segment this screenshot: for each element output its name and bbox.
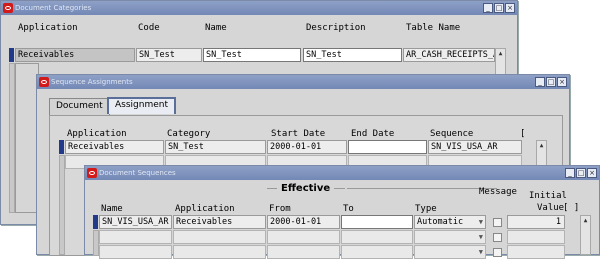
empty-row-cell[interactable] (341, 230, 413, 244)
message-checkbox[interactable] (493, 233, 502, 242)
close-button[interactable]: × (505, 3, 515, 13)
chevron-down-icon[interactable]: ▼ (479, 246, 483, 258)
description-field[interactable]: SN_Test (303, 48, 402, 62)
minimize-button[interactable]: _ (565, 168, 575, 178)
empty-row-cell[interactable] (173, 245, 266, 259)
col-header-code: Code (138, 23, 160, 33)
application-field[interactable]: Receivables (65, 140, 164, 154)
document-sequences-titlebar[interactable]: Document Sequences _ □ × (85, 166, 599, 180)
tab-document[interactable]: Document (49, 98, 110, 115)
col-header-sequence: Sequence (430, 129, 474, 139)
tab-assignment[interactable]: Assignment (107, 97, 176, 114)
document-sequences-window: Document Sequences _ □ × Effective Messa… (84, 165, 600, 259)
type-select[interactable]: Automatic ▼ (414, 215, 486, 229)
empty-row-cell[interactable] (99, 245, 172, 259)
category-field[interactable]: SN_Test (165, 140, 266, 154)
empty-row-cell[interactable] (341, 245, 413, 259)
maximize-button[interactable]: □ (576, 168, 586, 178)
col-header-name: Name (205, 23, 227, 33)
empty-type-select[interactable]: ▼ (414, 230, 486, 244)
col-header-category: Category (167, 129, 211, 139)
maximize-button[interactable]: □ (494, 3, 504, 13)
empty-row-cell[interactable] (267, 230, 340, 244)
window-title: Document Categories (15, 4, 92, 12)
empty-row-cell[interactable] (507, 230, 565, 244)
name-field[interactable]: SN_VIS_USA_AR (99, 215, 172, 229)
window-title: Document Sequences (99, 169, 176, 177)
col-header-description: Description (306, 23, 366, 33)
type-value: Automatic (417, 217, 464, 227)
empty-row-cell[interactable] (507, 245, 565, 259)
close-button[interactable]: × (557, 77, 567, 87)
document-categories-titlebar[interactable]: Document Categories _ □ × (1, 1, 517, 15)
effective-group-line-right (347, 188, 497, 189)
scroll-up-icon[interactable]: ▲ (496, 49, 505, 59)
vertical-scrollbar[interactable]: ▲ (580, 215, 591, 255)
empty-row-cell[interactable] (99, 230, 172, 244)
application-field[interactable]: Receivables (15, 48, 135, 62)
name-field[interactable]: SN_Test (203, 48, 301, 62)
row-gutter (59, 155, 65, 255)
scroll-up-icon[interactable]: ▲ (537, 141, 546, 151)
end-date-field[interactable] (348, 140, 427, 154)
chevron-down-icon[interactable]: ▼ (479, 216, 483, 228)
message-checkbox[interactable] (493, 248, 502, 257)
col-header-type: Type (415, 204, 437, 214)
current-row-indicator (9, 48, 14, 62)
empty-row-cell[interactable] (267, 245, 340, 259)
col-header-table-name: Table Name (406, 23, 461, 33)
table-name-field[interactable]: AR_CASH_RECEIPTS_AL (403, 48, 495, 62)
close-button[interactable]: × (587, 168, 597, 178)
col-header-from: From (269, 204, 291, 214)
col-header-application: Application (67, 129, 127, 139)
col-header-start-date: Start Date (271, 129, 326, 139)
oracle-icon (87, 168, 97, 178)
minimize-button[interactable]: _ (483, 3, 493, 13)
code-field[interactable]: SN_Test (136, 48, 202, 62)
initial-value-field[interactable]: 1 (507, 215, 565, 229)
col-header-application: Application (175, 204, 235, 214)
maximize-button[interactable]: □ (546, 77, 556, 87)
empty-type-select[interactable]: ▼ (414, 245, 486, 259)
chevron-down-icon[interactable]: ▼ (479, 231, 483, 243)
oracle-icon (39, 77, 49, 87)
oracle-icon (3, 3, 13, 13)
col-header-message: Message (479, 187, 517, 197)
col-header-initial: Initial (529, 191, 567, 201)
from-field[interactable]: 2000-01-01 (267, 215, 340, 229)
col-header-bracket: [ ] (563, 203, 580, 213)
message-checkbox[interactable] (493, 218, 502, 227)
col-header-bracket: [ (520, 129, 526, 139)
col-header-to: To (343, 204, 354, 214)
scroll-up-icon[interactable]: ▲ (581, 216, 590, 226)
col-header-end-date: End Date (351, 129, 395, 139)
application-field[interactable]: Receivables (173, 215, 266, 229)
col-header-value: Value (537, 203, 565, 213)
to-field[interactable] (341, 215, 413, 229)
empty-row-cell[interactable] (173, 230, 266, 244)
minimize-button[interactable]: _ (535, 77, 545, 87)
col-header-application: Application (18, 23, 78, 33)
sequence-field[interactable]: SN_VIS_USA_AR (428, 140, 522, 154)
col-header-name: Name (101, 204, 123, 214)
sequence-assignments-titlebar[interactable]: Sequence Assignments _ □ × (37, 75, 569, 89)
start-date-field[interactable]: 2000-01-01 (267, 140, 347, 154)
current-row-indicator (93, 215, 98, 229)
effective-group-header: Effective (277, 183, 335, 194)
current-row-indicator (59, 140, 64, 154)
window-title: Sequence Assignments (51, 78, 133, 86)
